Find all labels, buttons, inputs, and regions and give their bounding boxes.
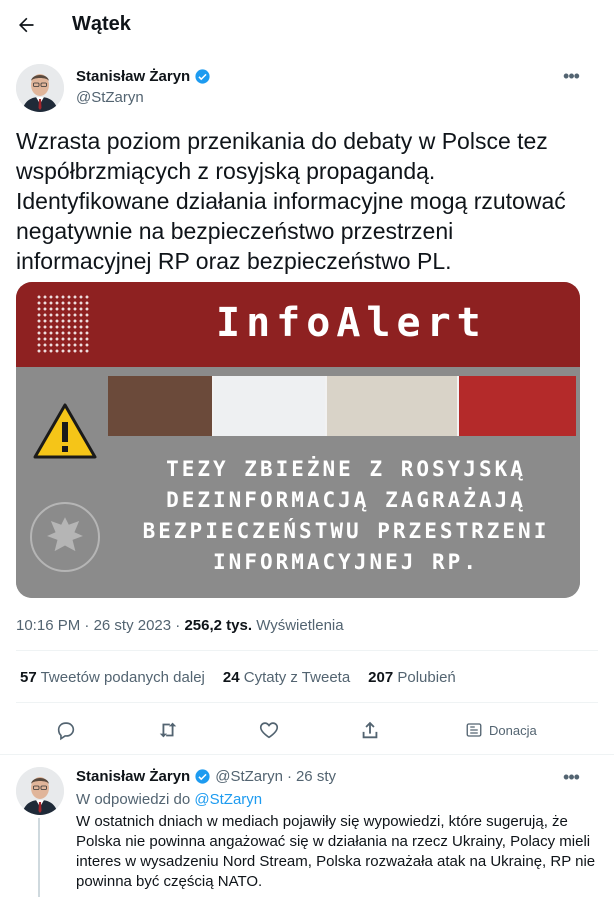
thread-connector-line xyxy=(38,818,40,897)
screenshot-thumb xyxy=(213,376,326,436)
tweet-actions: Donacja xyxy=(0,712,614,748)
quotes-stat[interactable]: 24 Cytaty z Tweeta xyxy=(223,669,350,686)
reply-author-name[interactable]: Stanisław Żaryn xyxy=(76,768,190,785)
eagle-emblem-icon xyxy=(30,502,100,572)
screenshot-thumb xyxy=(458,376,576,436)
reply-author-row: Stanisław Żaryn @StZaryn · 26 sty xyxy=(76,768,336,785)
share-button[interactable] xyxy=(359,718,381,742)
tweet-meta: 10:16 PM · 26 sty 2023 · 256,2 tys. Wyśw… xyxy=(16,617,344,634)
likes-count: 207 xyxy=(368,669,394,686)
heart-icon xyxy=(259,722,279,739)
media-title: InfoAlert xyxy=(216,300,487,346)
divider xyxy=(16,650,598,651)
reply-date[interactable]: 26 sty xyxy=(296,768,336,785)
donate-icon xyxy=(466,723,482,737)
likes-stat[interactable]: 207 Polubień xyxy=(368,669,456,686)
divider xyxy=(0,754,614,755)
share-icon xyxy=(362,721,378,739)
screenshot-thumb xyxy=(327,376,457,436)
meta-separator: · xyxy=(84,617,94,634)
page-title: Wątek xyxy=(72,13,131,35)
reply-more-options-button[interactable]: ••• xyxy=(559,765,583,789)
author-name[interactable]: Stanisław Żaryn xyxy=(76,68,190,85)
replying-to: W odpowiedzi do @StZaryn xyxy=(76,791,262,808)
donate-button[interactable]: Donacja xyxy=(465,718,537,742)
tweet-text: Wzrasta poziom przenikania do debaty w P… xyxy=(16,128,566,274)
arrow-left-icon xyxy=(19,17,34,33)
tweet-time[interactable]: 10:16 PM xyxy=(16,617,80,634)
more-options-button[interactable]: ••• xyxy=(559,64,583,88)
person-avatar-image xyxy=(16,64,64,112)
dot-pattern xyxy=(36,294,91,354)
tweet-media-image[interactable]: InfoAlert TEZY ZBIEŻNE Z ROSYJSKĄ DEZINF… xyxy=(16,282,580,598)
views-count: 256,2 tys. xyxy=(184,617,253,634)
more-dots-icon: ••• xyxy=(563,65,580,86)
quotes-count: 24 xyxy=(222,669,240,686)
reply-separator: · xyxy=(286,768,292,785)
more-dots-icon: ••• xyxy=(563,766,580,787)
person-avatar-image xyxy=(16,767,64,815)
replying-to-label: W odpowiedzi do xyxy=(76,791,191,808)
reply-icon xyxy=(57,722,75,741)
quotes-label: Cytaty z Tweeta xyxy=(243,669,351,686)
media-screenshots-strip xyxy=(108,376,576,436)
retweets-stat[interactable]: 57 Tweetów podanych dalej xyxy=(20,669,205,686)
reply-author-avatar[interactable] xyxy=(16,767,64,815)
retweet-button[interactable] xyxy=(157,718,179,742)
replying-to-handle-link[interactable]: @StZaryn xyxy=(194,791,262,808)
like-button[interactable] xyxy=(258,718,280,742)
likes-label: Polubień xyxy=(397,669,456,686)
reply-text: W ostatnich dniach w mediach pojawiły si… xyxy=(76,813,596,890)
warning-icon xyxy=(33,403,97,459)
donate-label: Donacja xyxy=(489,722,537,738)
author-handle[interactable]: @StZaryn xyxy=(76,89,144,106)
tweet-stats: 57 Tweetów podanych dalej 24 Cytaty z Tw… xyxy=(20,669,474,686)
media-caption: TEZY ZBIEŻNE Z ROSYJSKĄ DEZINFORMACJĄ ZA… xyxy=(142,457,550,574)
verified-badge-icon[interactable] xyxy=(194,768,211,785)
banner-top: InfoAlert xyxy=(16,282,580,367)
retweet-icon xyxy=(159,722,177,738)
back-button[interactable] xyxy=(13,12,39,38)
divider xyxy=(16,702,598,703)
author-name-row: Stanisław Żaryn xyxy=(76,68,211,85)
reply-author-handle[interactable]: @StZaryn xyxy=(215,768,283,785)
views-label: Wyświetlenia xyxy=(256,617,344,634)
retweets-count: 57 xyxy=(20,669,37,686)
reply-button[interactable] xyxy=(55,718,77,742)
author-avatar[interactable] xyxy=(16,64,64,112)
verified-badge-icon[interactable] xyxy=(194,68,211,85)
tweet-date[interactable]: 26 sty 2023 xyxy=(94,617,172,634)
top-bar: Wątek xyxy=(0,0,614,52)
retweets-label: Tweetów podanych dalej xyxy=(40,669,205,686)
screenshot-thumb xyxy=(108,376,212,436)
